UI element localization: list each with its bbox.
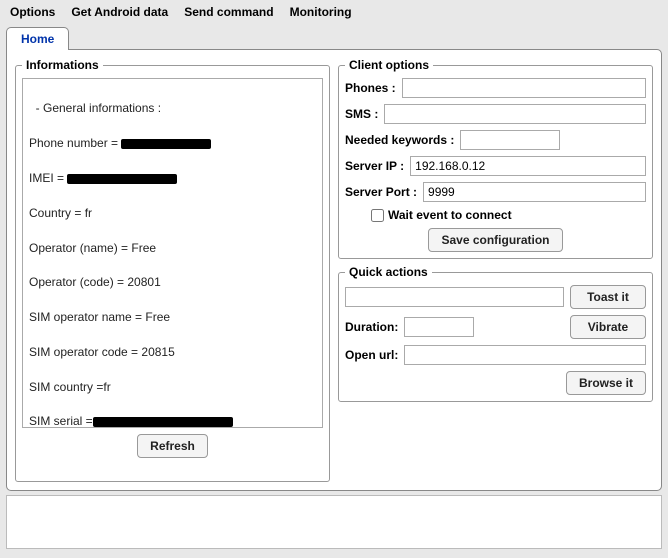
info-line-sim-country: SIM country =fr [29, 379, 316, 396]
server-port-input[interactable] [423, 182, 646, 202]
redacted-phone [121, 139, 211, 149]
info-line-op-code: Operator (code) = 20801 [29, 274, 316, 291]
info-line-sim-serial: SIM serial = [29, 413, 316, 428]
server-port-label: Server Port : [345, 185, 417, 199]
wait-event-checkbox[interactable] [371, 209, 384, 222]
quick-actions-fieldset: Quick actions Toast it Duration: Vibrate… [338, 265, 653, 402]
refresh-button[interactable]: Refresh [137, 434, 208, 458]
redacted-imei [67, 174, 177, 184]
open-url-label: Open url: [345, 348, 398, 362]
tab-panel-home: Informations - General informations : Ph… [6, 49, 662, 491]
duration-label: Duration: [345, 320, 398, 334]
vibrate-button[interactable]: Vibrate [570, 315, 646, 339]
open-url-input[interactable] [404, 345, 646, 365]
menu-send-command[interactable]: Send command [178, 2, 279, 22]
tab-home[interactable]: Home [6, 27, 69, 50]
browse-it-button[interactable]: Browse it [566, 371, 646, 395]
phones-label: Phones : [345, 81, 396, 95]
duration-input[interactable] [404, 317, 474, 337]
wait-event-label: Wait event to connect [388, 208, 512, 222]
informations-textarea[interactable]: - General informations : Phone number = … [22, 78, 323, 428]
info-line-phone: Phone number = [29, 135, 316, 152]
menu-monitoring[interactable]: Monitoring [284, 2, 358, 22]
keywords-label: Needed keywords : [345, 133, 454, 147]
info-line-country: Country = fr [29, 205, 316, 222]
quick-actions-legend: Quick actions [345, 265, 432, 279]
phones-input[interactable] [402, 78, 646, 98]
sms-input[interactable] [384, 104, 646, 124]
info-line-op-name: Operator (name) = Free [29, 240, 316, 257]
server-ip-input[interactable] [410, 156, 646, 176]
redacted-sim-serial [93, 417, 233, 427]
server-ip-label: Server IP : [345, 159, 404, 173]
client-options-fieldset: Client options Phones : SMS : Needed key… [338, 58, 653, 259]
tab-container: Home Informations - General informations… [6, 26, 662, 491]
informations-fieldset: Informations - General informations : Ph… [15, 58, 330, 482]
sms-label: SMS : [345, 107, 378, 121]
info-line-general-hdr: - General informations : [29, 100, 316, 117]
menu-options[interactable]: Options [4, 2, 61, 22]
tab-bar: Home [6, 26, 662, 49]
client-options-legend: Client options [345, 58, 433, 72]
toast-input[interactable] [345, 287, 564, 307]
toast-it-button[interactable]: Toast it [570, 285, 646, 309]
menu-get-android-data[interactable]: Get Android data [65, 2, 174, 22]
info-line-sim-op-code: SIM operator code = 20815 [29, 344, 316, 361]
informations-legend: Informations [22, 58, 103, 72]
info-line-sim-op-name: SIM operator name = Free [29, 309, 316, 326]
info-line-imei: IMEI = [29, 170, 316, 187]
save-configuration-button[interactable]: Save configuration [428, 228, 562, 252]
bottom-log-area[interactable] [6, 495, 662, 549]
menubar: Options Get Android data Send command Mo… [0, 0, 668, 24]
keywords-input[interactable] [460, 130, 560, 150]
